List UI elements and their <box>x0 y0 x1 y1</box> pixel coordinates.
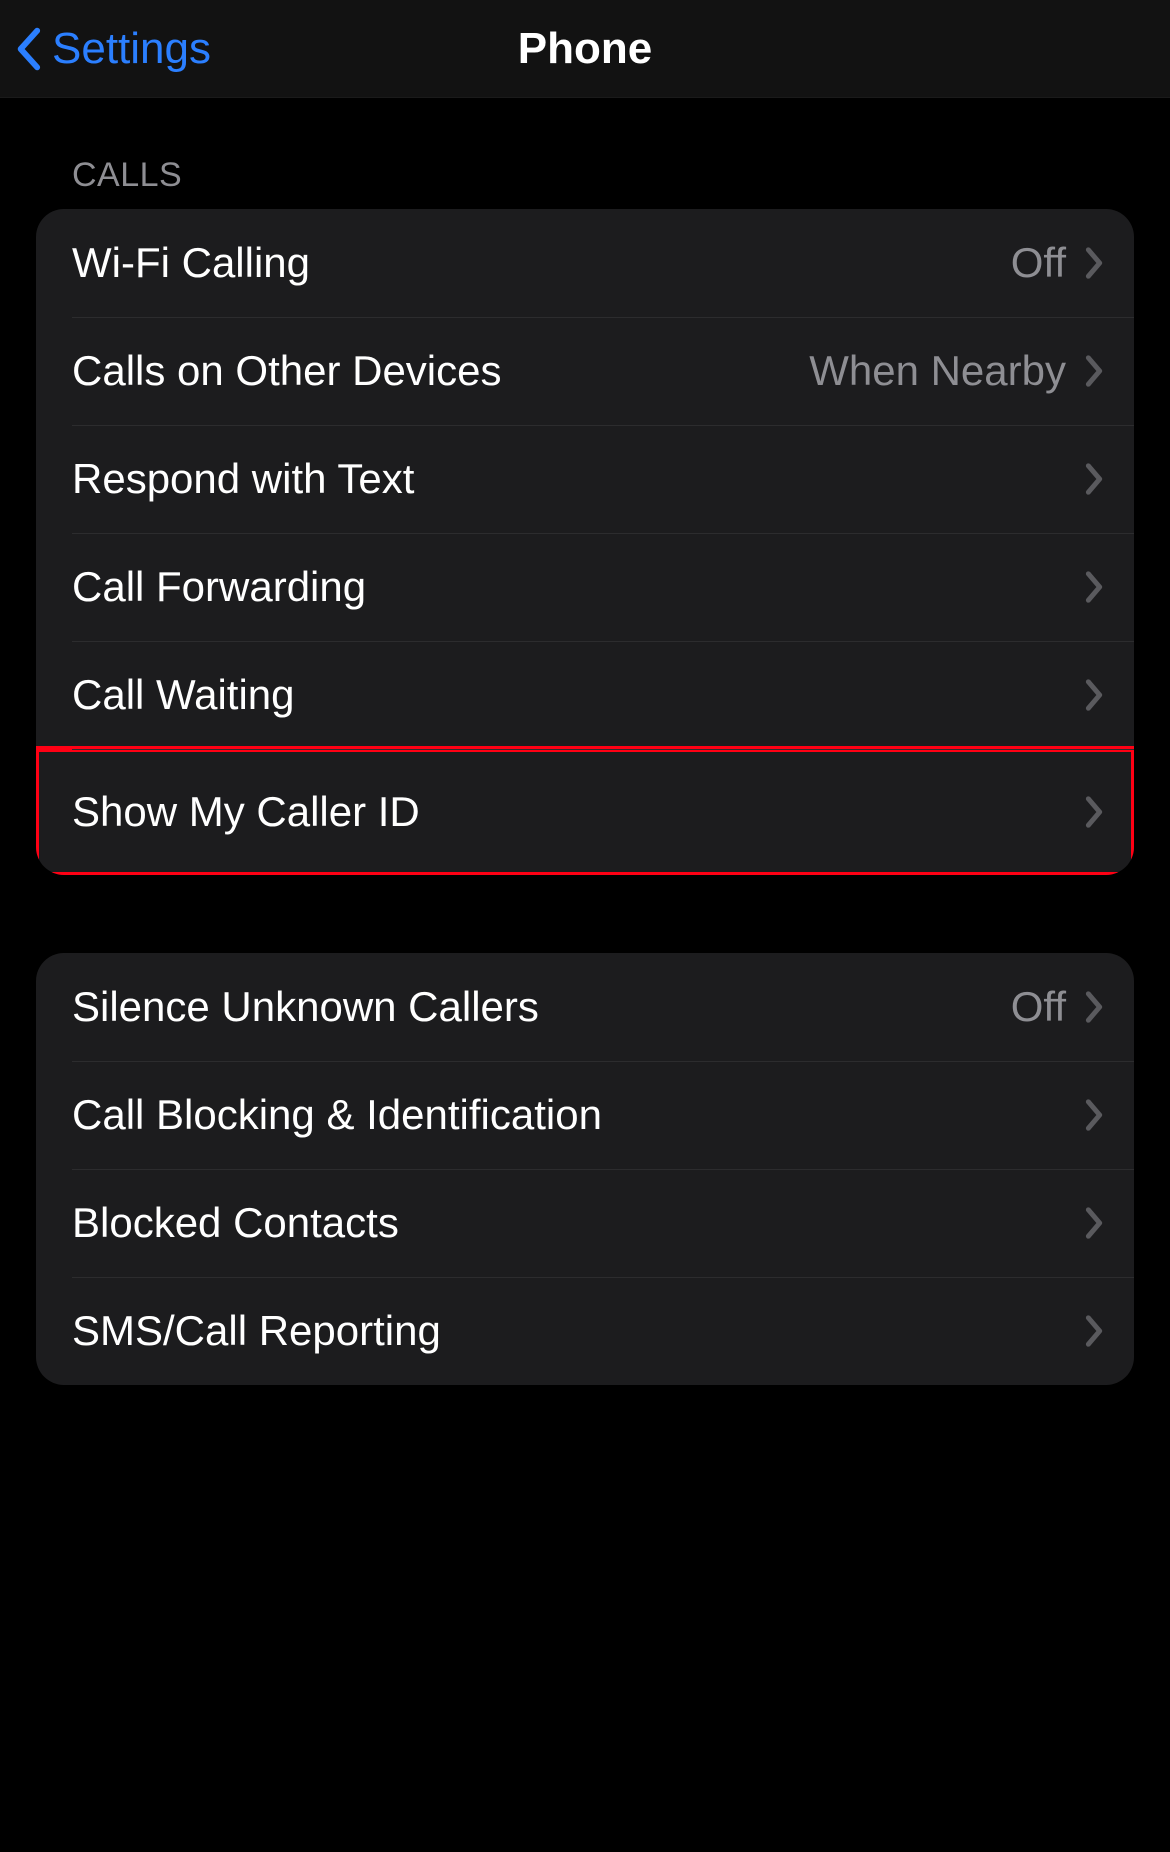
row-value: Off <box>1011 239 1066 287</box>
chevron-right-icon <box>1084 570 1104 604</box>
row-value: When Nearby <box>809 347 1066 395</box>
row-label: Respond with Text <box>72 455 1084 503</box>
row-sms-call-reporting[interactable]: SMS/Call Reporting <box>36 1277 1134 1385</box>
chevron-right-icon <box>1084 246 1104 280</box>
row-label: Show My Caller ID <box>72 788 1084 836</box>
row-respond-with-text[interactable]: Respond with Text <box>36 425 1134 533</box>
row-call-forwarding[interactable]: Call Forwarding <box>36 533 1134 641</box>
row-call-blocking-identification[interactable]: Call Blocking & Identification <box>36 1061 1134 1169</box>
settings-group-calls: Wi-Fi Calling Off Calls on Other Devices… <box>36 209 1134 875</box>
row-label: Calls on Other Devices <box>72 347 809 395</box>
section-header-calls: CALLS <box>36 98 1134 209</box>
chevron-left-icon <box>14 27 42 71</box>
row-label: Call Blocking & Identification <box>72 1091 1084 1139</box>
row-label: Call Forwarding <box>72 563 1084 611</box>
row-value: Off <box>1011 983 1066 1031</box>
chevron-right-icon <box>1084 1098 1104 1132</box>
chevron-right-icon <box>1084 1206 1104 1240</box>
row-silence-unknown-callers[interactable]: Silence Unknown Callers Off <box>36 953 1134 1061</box>
back-button[interactable]: Settings <box>14 24 211 74</box>
nav-bar: Settings Phone <box>0 0 1170 98</box>
row-label: Call Waiting <box>72 671 1084 719</box>
row-blocked-contacts[interactable]: Blocked Contacts <box>36 1169 1134 1277</box>
row-label: Wi-Fi Calling <box>72 239 1011 287</box>
row-wifi-calling[interactable]: Wi-Fi Calling Off <box>36 209 1134 317</box>
row-calls-other-devices[interactable]: Calls on Other Devices When Nearby <box>36 317 1134 425</box>
chevron-right-icon <box>1084 354 1104 388</box>
row-show-my-caller-id[interactable]: Show My Caller ID <box>36 749 1134 875</box>
chevron-right-icon <box>1084 462 1104 496</box>
row-label: Blocked Contacts <box>72 1199 1084 1247</box>
back-label: Settings <box>52 24 211 74</box>
row-label: SMS/Call Reporting <box>72 1307 1084 1355</box>
row-call-waiting[interactable]: Call Waiting <box>36 641 1134 749</box>
chevron-right-icon <box>1084 1314 1104 1348</box>
chevron-right-icon <box>1084 990 1104 1024</box>
row-label: Silence Unknown Callers <box>72 983 1011 1031</box>
settings-group-2: Silence Unknown Callers Off Call Blockin… <box>36 953 1134 1385</box>
chevron-right-icon <box>1084 795 1104 829</box>
chevron-right-icon <box>1084 678 1104 712</box>
